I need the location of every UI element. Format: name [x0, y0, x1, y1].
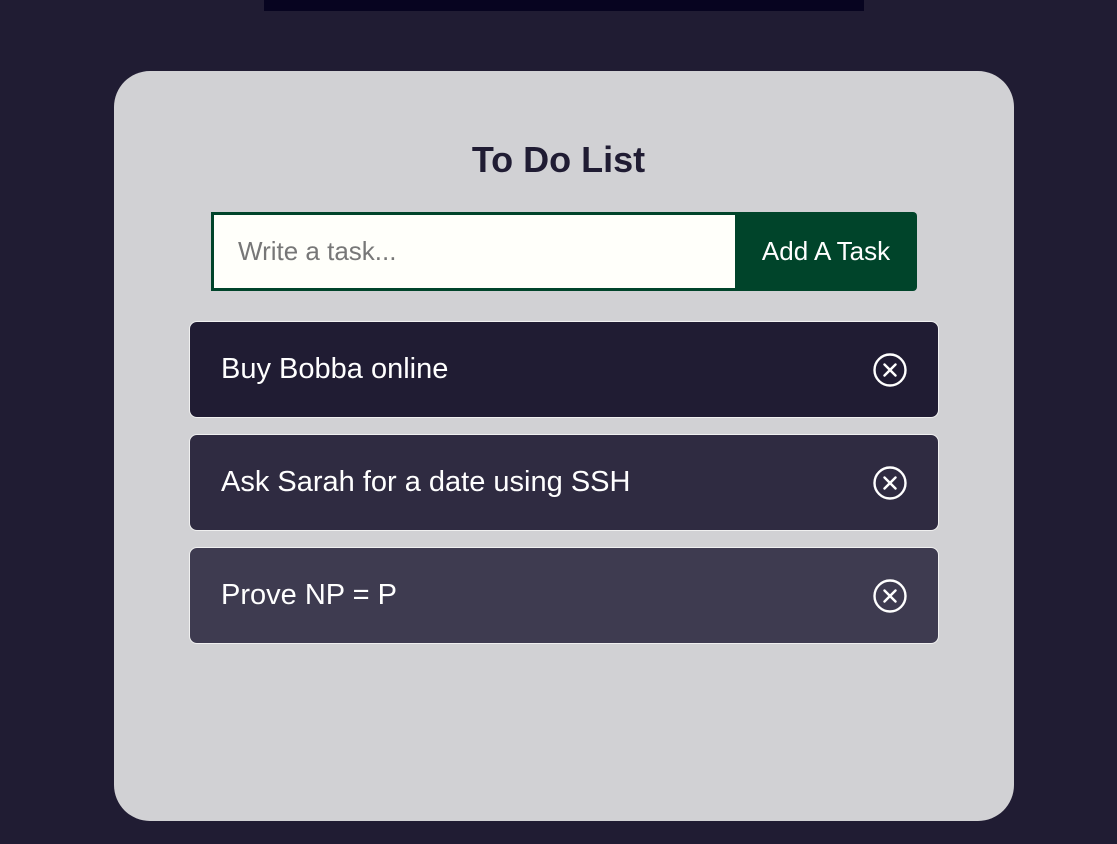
task-label: Prove NP = P [221, 579, 397, 611]
task-item: Ask Sarah for a date using SSH [189, 434, 939, 531]
close-circle-icon[interactable] [872, 578, 908, 614]
top-bar [264, 0, 864, 11]
task-label: Buy Bobba online [221, 353, 449, 385]
task-input[interactable] [211, 212, 735, 291]
task-item: Prove NP = P [189, 547, 939, 644]
add-task-button[interactable]: Add A Task [735, 212, 917, 291]
task-list: Buy Bobba online Ask Sarah for a date us… [189, 321, 939, 660]
add-task-form: Add A Task [211, 212, 917, 291]
task-item: Buy Bobba online [189, 321, 939, 418]
task-label: Ask Sarah for a date using SSH [221, 466, 631, 498]
page-title: To Do List [471, 139, 646, 180]
close-circle-icon[interactable] [872, 465, 908, 501]
close-circle-icon[interactable] [872, 352, 908, 388]
